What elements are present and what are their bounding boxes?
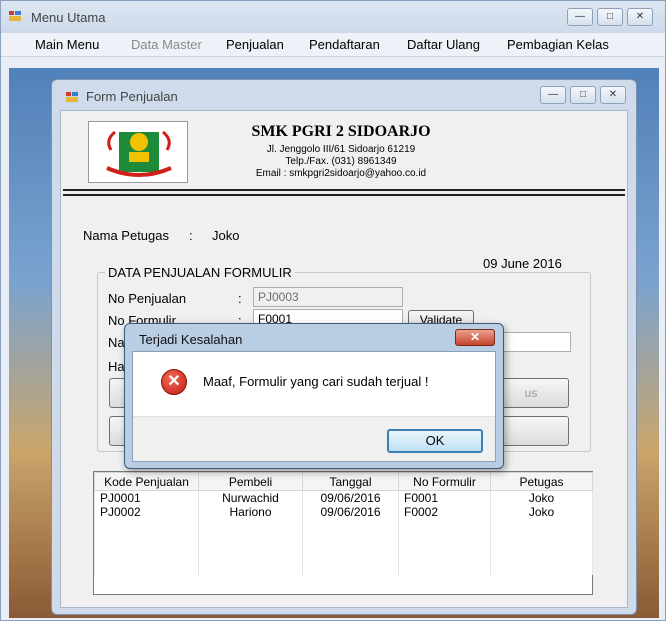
- table-row[interactable]: [94, 519, 593, 533]
- form-title: Form Penjualan: [86, 89, 178, 104]
- menu-data-master[interactable]: Data Master: [131, 37, 202, 52]
- table-row[interactable]: [94, 547, 593, 561]
- column-header-no-formulir[interactable]: No Formulir: [398, 472, 491, 491]
- menu-daftar-ulang[interactable]: Daftar Ulang: [407, 37, 480, 52]
- no-penjualan-separator: :: [238, 291, 242, 306]
- petugas-separator: :: [189, 228, 193, 243]
- main-window-title: Menu Utama: [31, 10, 106, 25]
- nama-pembeli-field[interactable]: [497, 332, 571, 352]
- dialog-footer: OK: [133, 416, 495, 461]
- column-header-petugas[interactable]: Petugas: [490, 472, 593, 491]
- petugas-label: Nama Petugas: [83, 228, 169, 243]
- dialog-body: ✕ Maaf, Formulir yang cari sudah terjual…: [132, 351, 496, 462]
- menu-pembagian-kelas[interactable]: Pembagian Kelas: [507, 37, 609, 52]
- school-logo: [88, 121, 188, 183]
- column-header-pembeli[interactable]: Pembeli: [198, 472, 303, 491]
- petugas-value: Joko: [212, 228, 240, 243]
- penjualan-table[interactable]: Kode Penjualan Pembeli Tanggal No Formul…: [93, 471, 593, 595]
- table-row[interactable]: [94, 533, 593, 547]
- main-window: Menu Utama — □ ✕ Main Menu Data Master P…: [0, 0, 666, 621]
- school-name: SMK PGRI 2 SIDOARJO: [251, 123, 431, 140]
- groupbox-title: DATA PENJUALAN FORMULIR: [105, 265, 295, 280]
- school-address: Jl. Jenggolo III/61 Sidoarjo 61219: [266, 144, 416, 155]
- cell-kode: PJ0001: [94, 490, 199, 505]
- error-icon: ✕: [161, 369, 187, 395]
- app-icon: [9, 11, 21, 21]
- header-divider: [63, 194, 625, 196]
- no-penjualan-field[interactable]: PJ0003: [253, 287, 403, 307]
- cell-tanggal: 09/06/2016: [302, 490, 399, 505]
- hapus-button[interactable]: us: [493, 378, 569, 408]
- ok-button[interactable]: OK: [387, 429, 483, 453]
- form-minimize-button[interactable]: —: [540, 86, 566, 104]
- table-row[interactable]: [94, 561, 593, 575]
- cell-tanggal: 09/06/2016: [302, 505, 399, 519]
- dialog-message: Maaf, Formulir yang cari sudah terjual !: [203, 374, 429, 389]
- close-button[interactable]: ✕: [627, 8, 653, 26]
- school-email: Email : smkpgri2sidoarjo@yahoo.co.id: [255, 168, 427, 179]
- form-close-button[interactable]: ✕: [600, 86, 626, 104]
- table-row[interactable]: PJ0002 Hariono 09/06/2016 F0002 Joko: [94, 505, 593, 519]
- school-phone: Telp./Fax. (031) 8961349: [285, 156, 397, 167]
- minimize-button[interactable]: —: [567, 8, 593, 26]
- dialog-close-button[interactable]: ✕: [455, 329, 495, 346]
- maximize-button[interactable]: □: [597, 8, 623, 26]
- action-button-right-2[interactable]: [493, 416, 569, 446]
- main-titlebar: Menu Utama — □ ✕: [1, 1, 665, 33]
- error-dialog: Terjadi Kesalahan ✕ ✕ Maaf, Formulir yan…: [124, 323, 504, 469]
- header-divider: [63, 189, 625, 191]
- no-penjualan-label: No Penjualan: [108, 291, 187, 306]
- column-header-tanggal[interactable]: Tanggal: [302, 472, 399, 491]
- cell-no-formulir: F0001: [398, 490, 491, 505]
- cell-petugas: Joko: [490, 490, 593, 505]
- cell-petugas: Joko: [490, 505, 593, 519]
- menu-bar: Main Menu Data Master Penjualan Pendafta…: [1, 33, 665, 57]
- cell-pembeli: Hariono: [198, 505, 303, 519]
- dialog-title: Terjadi Kesalahan: [139, 332, 243, 347]
- menu-pendaftaran[interactable]: Pendaftaran: [309, 37, 380, 52]
- table-row[interactable]: PJ0001 Nurwachid 09/06/2016 F0001 Joko: [94, 490, 593, 505]
- nama-pembeli-label: Na: [108, 335, 125, 350]
- form-maximize-button[interactable]: □: [570, 86, 596, 104]
- column-header-kode[interactable]: Kode Penjualan: [94, 472, 199, 491]
- cell-no-formulir: F0002: [398, 505, 491, 519]
- menu-penjualan[interactable]: Penjualan: [226, 37, 284, 52]
- harga-label: Ha: [108, 359, 125, 374]
- current-date: 09 June 2016: [483, 256, 562, 271]
- menu-main-menu[interactable]: Main Menu: [35, 37, 99, 52]
- cell-kode: PJ0002: [94, 505, 199, 519]
- form-icon: [66, 92, 78, 102]
- cell-pembeli: Nurwachid: [198, 490, 303, 505]
